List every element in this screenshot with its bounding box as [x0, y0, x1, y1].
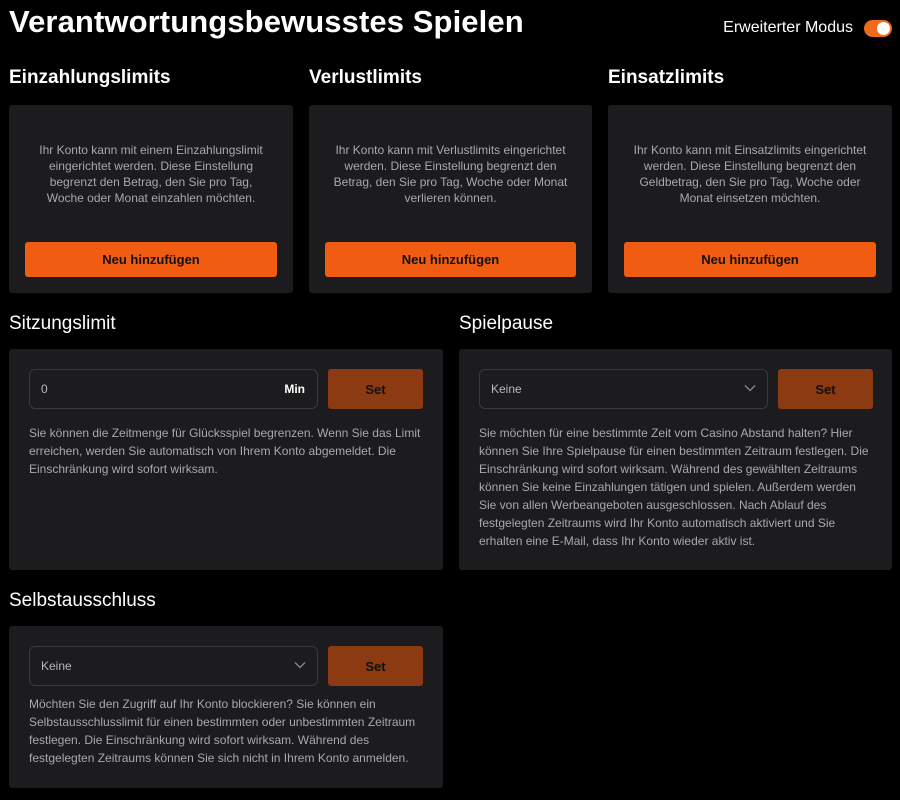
self-exclusion-selected: Keine [41, 659, 72, 673]
game-pause-card: Keine Set Sie möchten für eine bestimmte… [459, 349, 892, 570]
self-exclusion-title: Selbstausschluss [9, 590, 156, 611]
session-limit-input[interactable]: 0 Min [29, 369, 318, 409]
game-pause-select[interactable]: Keine [479, 369, 768, 409]
wager-limits-title: Einsatzlimits [608, 67, 725, 88]
chevron-down-icon [744, 385, 756, 392]
session-limit-title: Sitzungslimit [9, 313, 116, 334]
advanced-mode-toggle[interactable] [864, 19, 892, 37]
advanced-mode-control: Erweiterter Modus [723, 19, 892, 37]
deposit-limits-card: Ihr Konto kann mit einem Einzahlungslimi… [9, 105, 293, 293]
session-limit-card: 0 Min Set Sie können die Zeitmenge für G… [9, 349, 443, 570]
wager-limits-description: Ihr Konto kann mit Einsatzlimits eingeri… [633, 143, 867, 205]
loss-add-button[interactable]: Neu hinzufügen [325, 242, 576, 277]
self-exclusion-select[interactable]: Keine [29, 646, 318, 686]
chevron-down-icon [294, 662, 306, 669]
page-title: Verantwortungsbewusstes Spielen [9, 4, 524, 39]
session-limit-description: Sie können die Zeitmenge für Glücksspiel… [29, 426, 421, 476]
self-exclusion-card: Keine Set Möchten Sie den Zugriff auf Ih… [9, 626, 443, 788]
deposit-add-button[interactable]: Neu hinzufügen [25, 242, 277, 277]
loss-limits-card: Ihr Konto kann mit Verlustlimits eingeri… [309, 105, 592, 293]
game-pause-set-button[interactable]: Set [778, 369, 873, 409]
toggle-knob [877, 21, 890, 35]
session-set-button[interactable]: Set [328, 369, 423, 409]
game-pause-title: Spielpause [459, 313, 554, 334]
game-pause-description: Sie möchten für eine bestimmte Zeit vom … [479, 426, 869, 548]
wager-limits-card: Ihr Konto kann mit Einsatzlimits eingeri… [608, 105, 892, 293]
advanced-mode-label: Erweiterter Modus [723, 19, 853, 36]
loss-limits-title: Verlustlimits [309, 67, 422, 88]
self-exclusion-description: Möchten Sie den Zugriff auf Ihr Konto bl… [29, 697, 416, 765]
loss-limits-description: Ihr Konto kann mit Verlustlimits eingeri… [333, 143, 568, 205]
game-pause-selected: Keine [491, 382, 522, 396]
session-limit-value: 0 [41, 382, 48, 396]
self-exclusion-set-button[interactable]: Set [328, 646, 423, 686]
session-limit-unit: Min [284, 382, 305, 396]
wager-add-button[interactable]: Neu hinzufügen [624, 242, 876, 277]
deposit-limits-title: Einzahlungslimits [9, 67, 171, 88]
deposit-limits-description: Ihr Konto kann mit einem Einzahlungslimi… [39, 143, 263, 205]
